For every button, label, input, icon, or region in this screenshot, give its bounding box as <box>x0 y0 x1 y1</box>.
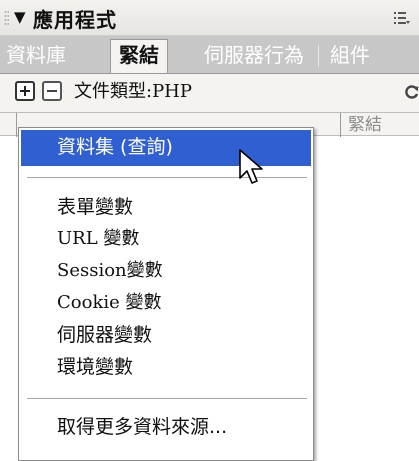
menu-item-session-variables[interactable]: Session變數 <box>19 255 313 287</box>
panel-grip-icon[interactable] <box>4 10 9 26</box>
panel-title: 應用程式 <box>33 8 117 32</box>
menu-item-form-variables[interactable]: 表單變數 <box>19 191 313 223</box>
panel-title-bar[interactable]: ▼ 應用程式 <box>0 0 419 36</box>
tab-components[interactable]: 組件 <box>330 40 370 70</box>
menu-item-get-more-sources[interactable]: 取得更多資料來源... <box>19 411 313 443</box>
bindings-toolbar: 文件類型:PHP <box>0 74 419 112</box>
menu-item-cookie-variables[interactable]: Cookie 變數 <box>19 287 313 319</box>
mouse-pointer-icon <box>239 149 263 184</box>
menu-item-url-variables[interactable]: URL 變數 <box>19 223 313 255</box>
triangle-down-icon[interactable]: ▼ <box>14 8 26 26</box>
column-divider[interactable] <box>340 113 341 137</box>
tab-separator <box>318 45 319 67</box>
menu-item-server-variables[interactable]: 伺服器變數 <box>19 319 313 351</box>
tab-databases[interactable]: 資料庫 <box>6 40 66 70</box>
column-divider[interactable] <box>16 113 17 137</box>
plus-icon[interactable] <box>15 81 35 101</box>
tab-bar: 資料庫 緊結 伺服器行為 組件 <box>0 36 419 74</box>
panel-options-icon[interactable] <box>393 10 411 26</box>
menu-item-environment-variables[interactable]: 環境變數 <box>19 351 313 383</box>
tab-bindings[interactable]: 緊結 <box>110 39 168 73</box>
refresh-icon[interactable] <box>404 84 419 100</box>
application-panel: ▼ 應用程式 資料庫 緊結 伺服器行為 組件 文件類型:PHP 緊結 資料集 (… <box>0 0 419 461</box>
tab-server-behaviors[interactable]: 伺服器行為 <box>204 40 304 70</box>
menu-separator <box>27 398 307 399</box>
column-header-binding[interactable]: 緊結 <box>348 115 382 135</box>
minus-icon[interactable] <box>42 81 62 101</box>
document-type-label: 文件類型:PHP <box>74 81 192 102</box>
